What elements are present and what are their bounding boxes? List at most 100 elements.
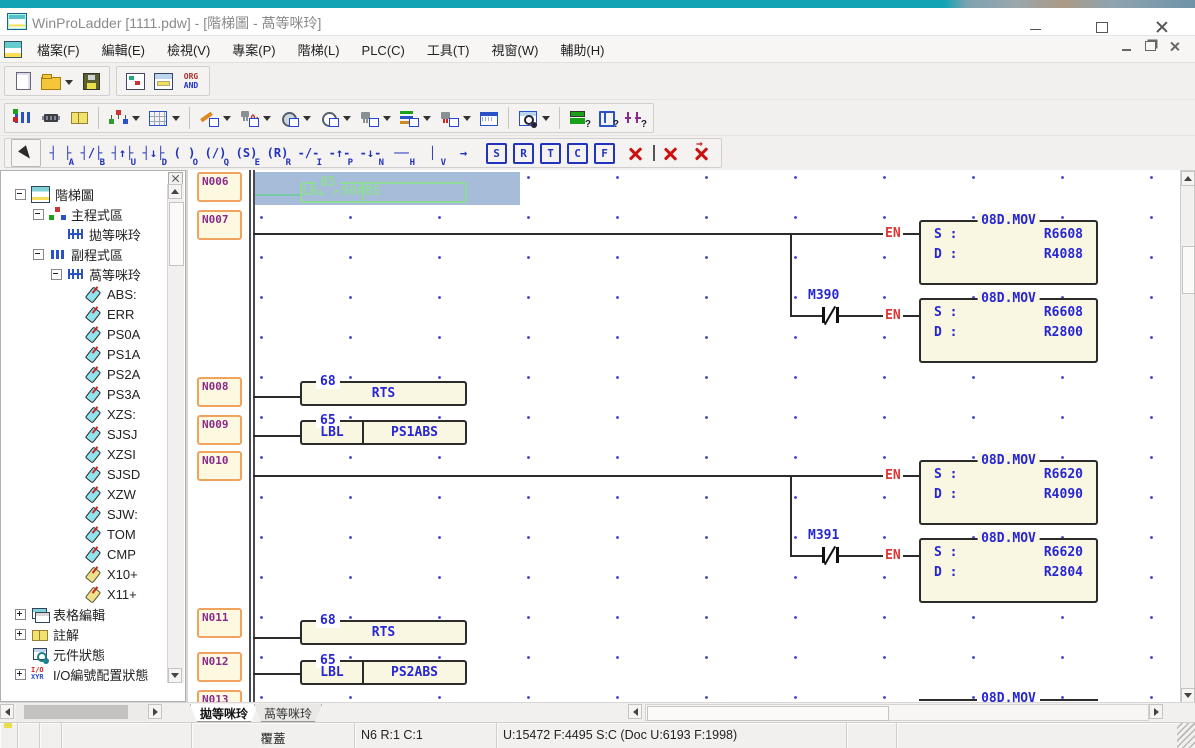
ladder-element-button[interactable]: (R)R	[262, 140, 293, 166]
ladder-element-button[interactable]: ┤ ├A	[45, 140, 76, 166]
element-list-button[interactable]	[397, 105, 433, 131]
scroll-up-button[interactable]	[1181, 171, 1195, 186]
module-monitor-button[interactable]	[437, 105, 473, 131]
ladder-element-button[interactable]: (S)E	[231, 140, 262, 166]
ladder-element-button[interactable]: -/-I	[293, 140, 324, 166]
motor-config-button[interactable]	[317, 105, 353, 131]
tree-item[interactable]: 萵等咪玲	[3, 264, 166, 284]
menu-item[interactable]: 階梯(L)	[287, 40, 351, 61]
mov-block[interactable]: 08D.MOV S :R6620 D :R4090	[919, 460, 1098, 525]
tree-scroll-right-button[interactable]	[148, 704, 162, 719]
ladder-element-button[interactable]: ──H	[386, 140, 417, 166]
maximize-button[interactable]	[1095, 20, 1109, 34]
tree-item[interactable]: PS2A	[3, 364, 166, 384]
tree-expander[interactable]	[15, 609, 26, 620]
network-marker[interactable]: N007	[197, 210, 242, 240]
save-button[interactable]	[79, 68, 103, 94]
tree-item[interactable]: XZS:	[3, 404, 166, 424]
scroll-down-button[interactable]	[168, 668, 182, 683]
ladder-element-button[interactable]: (/)Q	[200, 140, 231, 166]
tree-expander[interactable]	[51, 269, 62, 280]
ladder-vertical-scrollbar[interactable]	[1180, 170, 1195, 704]
tree-item[interactable]: 副程式區	[3, 244, 166, 264]
tree-item[interactable]: XZSI	[3, 444, 166, 464]
tree-item[interactable]: I/O編號配置狀態	[3, 664, 166, 684]
network-marker[interactable]: N011	[197, 608, 242, 638]
chip-config-button[interactable]	[39, 105, 63, 131]
ladder-element-button[interactable]: -↑-P	[324, 140, 355, 166]
function-letter-button[interactable]: T	[540, 143, 561, 164]
zoom-preview-button[interactable]	[516, 105, 552, 131]
tree-item[interactable]: PS1A	[3, 344, 166, 364]
child-minimize-icon[interactable]	[1122, 49, 1131, 51]
scroll-down-button[interactable]	[1181, 688, 1195, 703]
close-button[interactable]	[1155, 20, 1169, 34]
network-query-button[interactable]: ?	[595, 105, 619, 131]
tree-item[interactable]: 主程式區	[3, 204, 166, 224]
tree-item[interactable]: SJW:	[3, 504, 166, 524]
ladder-element-button[interactable]: →	[448, 140, 479, 166]
function-letter-button[interactable]: R	[513, 143, 534, 164]
tree-item[interactable]: SJSJ	[3, 424, 166, 444]
rts-block[interactable]: 68 RTS	[300, 381, 467, 406]
tree-item[interactable]: PS0A	[3, 324, 166, 344]
menu-item[interactable]: 編輯(E)	[91, 40, 156, 61]
menu-item[interactable]: 輔助(H)	[549, 40, 615, 61]
menu-item[interactable]: PLC(C)	[351, 40, 416, 61]
ladder-element-button[interactable]: ( )O	[169, 140, 200, 166]
tree-horizontal-scrollbar[interactable]	[16, 704, 148, 721]
tree-item[interactable]: X10+	[3, 564, 166, 584]
ladder-element-button[interactable]: ┤/├B	[76, 140, 107, 166]
minimize-button[interactable]	[1028, 22, 1042, 36]
scrollbar-thumb[interactable]	[1182, 246, 1195, 294]
tab-sub-program[interactable]: 萵等咪玲	[254, 704, 322, 722]
tree-vertical-scrollbar[interactable]	[167, 184, 184, 683]
instruction-list-button[interactable]: ORG AND	[179, 68, 203, 94]
ladder-scroll-right-button[interactable]	[1149, 704, 1163, 719]
scrollbar-thumb[interactable]	[24, 705, 128, 719]
function-letter-button[interactable]: S	[486, 143, 507, 164]
tree-expander[interactable]	[33, 209, 44, 220]
tree-item[interactable]: X11+	[3, 584, 166, 604]
rts-block[interactable]: 68 RTS	[300, 620, 467, 645]
tree-item[interactable]: ABS:	[3, 284, 166, 304]
tree-expander[interactable]	[15, 189, 26, 200]
ladder-convert-button[interactable]	[11, 105, 35, 131]
tree-item[interactable]: PS3A	[3, 384, 166, 404]
pointer-tool-button[interactable]	[11, 139, 41, 167]
menu-item[interactable]: 視窗(W)	[480, 40, 549, 61]
function-letter-button[interactable]: C	[567, 143, 588, 164]
scroll-up-button[interactable]	[168, 184, 182, 199]
delete-vertical-button[interactable]	[653, 145, 684, 161]
signal-monitor-button[interactable]: ∿	[237, 105, 273, 131]
new-file-button[interactable]	[11, 68, 35, 94]
network-marker[interactable]: N006	[197, 172, 242, 202]
resize-grip[interactable]	[1177, 723, 1195, 748]
tree-expander[interactable]	[33, 249, 44, 260]
function-letter-button[interactable]: F	[594, 143, 615, 164]
io-device-button[interactable]	[357, 105, 393, 131]
delete-element-button[interactable]	[622, 146, 649, 161]
ladder-window-button[interactable]	[151, 68, 175, 94]
child-close-icon[interactable]	[1170, 42, 1179, 51]
ladder-scroll-left-button[interactable]	[628, 704, 642, 719]
tree-scroll-left-button[interactable]	[0, 704, 14, 719]
tree-item[interactable]: 階梯圖	[3, 184, 166, 204]
status-query-button[interactable]: ?	[567, 105, 591, 131]
reference-book-button[interactable]	[67, 105, 91, 131]
ladder-canvas[interactable]: N006 N007 N008 N009 N010 N011 N012 N013 …	[188, 170, 1180, 704]
delete-row-button[interactable]: →	[688, 146, 715, 161]
open-file-button[interactable]	[39, 68, 75, 94]
menu-item[interactable]: 檢視(V)	[156, 40, 221, 61]
child-restore-icon[interactable]	[1145, 41, 1156, 51]
network-marker[interactable]: N008	[197, 377, 242, 407]
mov-block[interactable]: 08D.MOV S :R6608 D :R4088	[919, 220, 1098, 285]
mov-block[interactable]: 08D.MOV S :R6608 D :R2800	[919, 298, 1098, 363]
menu-item[interactable]: 檔案(F)	[26, 40, 91, 61]
lbl-block-ps1abs[interactable]: 65 LBL PS1ABS	[300, 420, 467, 445]
tree-expander[interactable]	[15, 629, 26, 640]
network-marker[interactable]: N010	[197, 451, 242, 481]
lbl-block-ps0abs[interactable]: 65 LBL PS0ABS	[300, 182, 467, 203]
tree-item[interactable]: 表格編輯	[3, 604, 166, 624]
grid-view-button[interactable]	[146, 105, 182, 131]
